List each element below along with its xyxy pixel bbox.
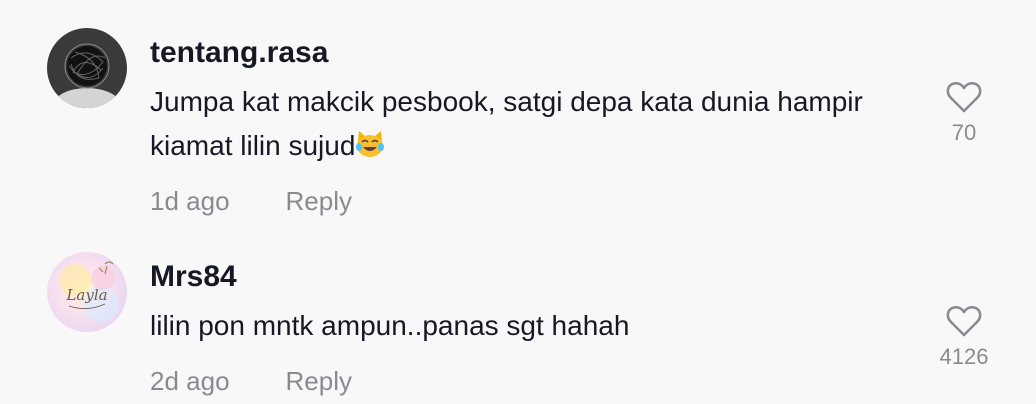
reply-button[interactable]: Reply xyxy=(286,366,352,396)
comment-text-body: Jumpa kat makcik pesbook, satgi depa kat… xyxy=(150,86,863,161)
user-avatar[interactable]: Layla xyxy=(47,252,127,332)
comment-timestamp: 1d ago xyxy=(150,186,230,216)
comment-text: lilin pon mntk ampun..panas sgt hahah xyxy=(150,310,630,341)
layla-logo-avatar-icon: Layla xyxy=(47,252,127,332)
like-count: 4126 xyxy=(939,344,989,369)
reply-button[interactable]: Reply xyxy=(286,186,352,216)
comment-meta: 1d ago Reply xyxy=(150,186,352,217)
comment-text: Jumpa kat makcik pesbook, satgi depa kat… xyxy=(150,80,910,171)
user-avatar[interactable] xyxy=(47,28,127,108)
comment-meta: 2d ago Reply xyxy=(150,366,352,397)
like-button[interactable]: 70 xyxy=(924,80,1004,146)
like-count: 70 xyxy=(951,120,977,145)
comment-username[interactable]: tentang.rasa xyxy=(150,36,328,70)
comment-item: Layla Mrs84 lilin pon mntk ampun..panas … xyxy=(0,230,1036,404)
cat-tears-of-joy-icon xyxy=(355,127,385,171)
comment-item: tentang.rasa Jumpa kat makcik pesbook, s… xyxy=(0,0,1036,230)
avatar-logo-text: Layla xyxy=(65,286,107,304)
heart-icon xyxy=(946,81,982,113)
like-button[interactable]: 4126 xyxy=(924,304,1004,370)
comment-timestamp: 2d ago xyxy=(150,366,230,396)
scribbled-avatar-icon xyxy=(47,28,127,108)
comment-list: tentang.rasa Jumpa kat makcik pesbook, s… xyxy=(0,0,1036,404)
heart-icon xyxy=(946,305,982,337)
comment-username[interactable]: Mrs84 xyxy=(150,260,237,294)
